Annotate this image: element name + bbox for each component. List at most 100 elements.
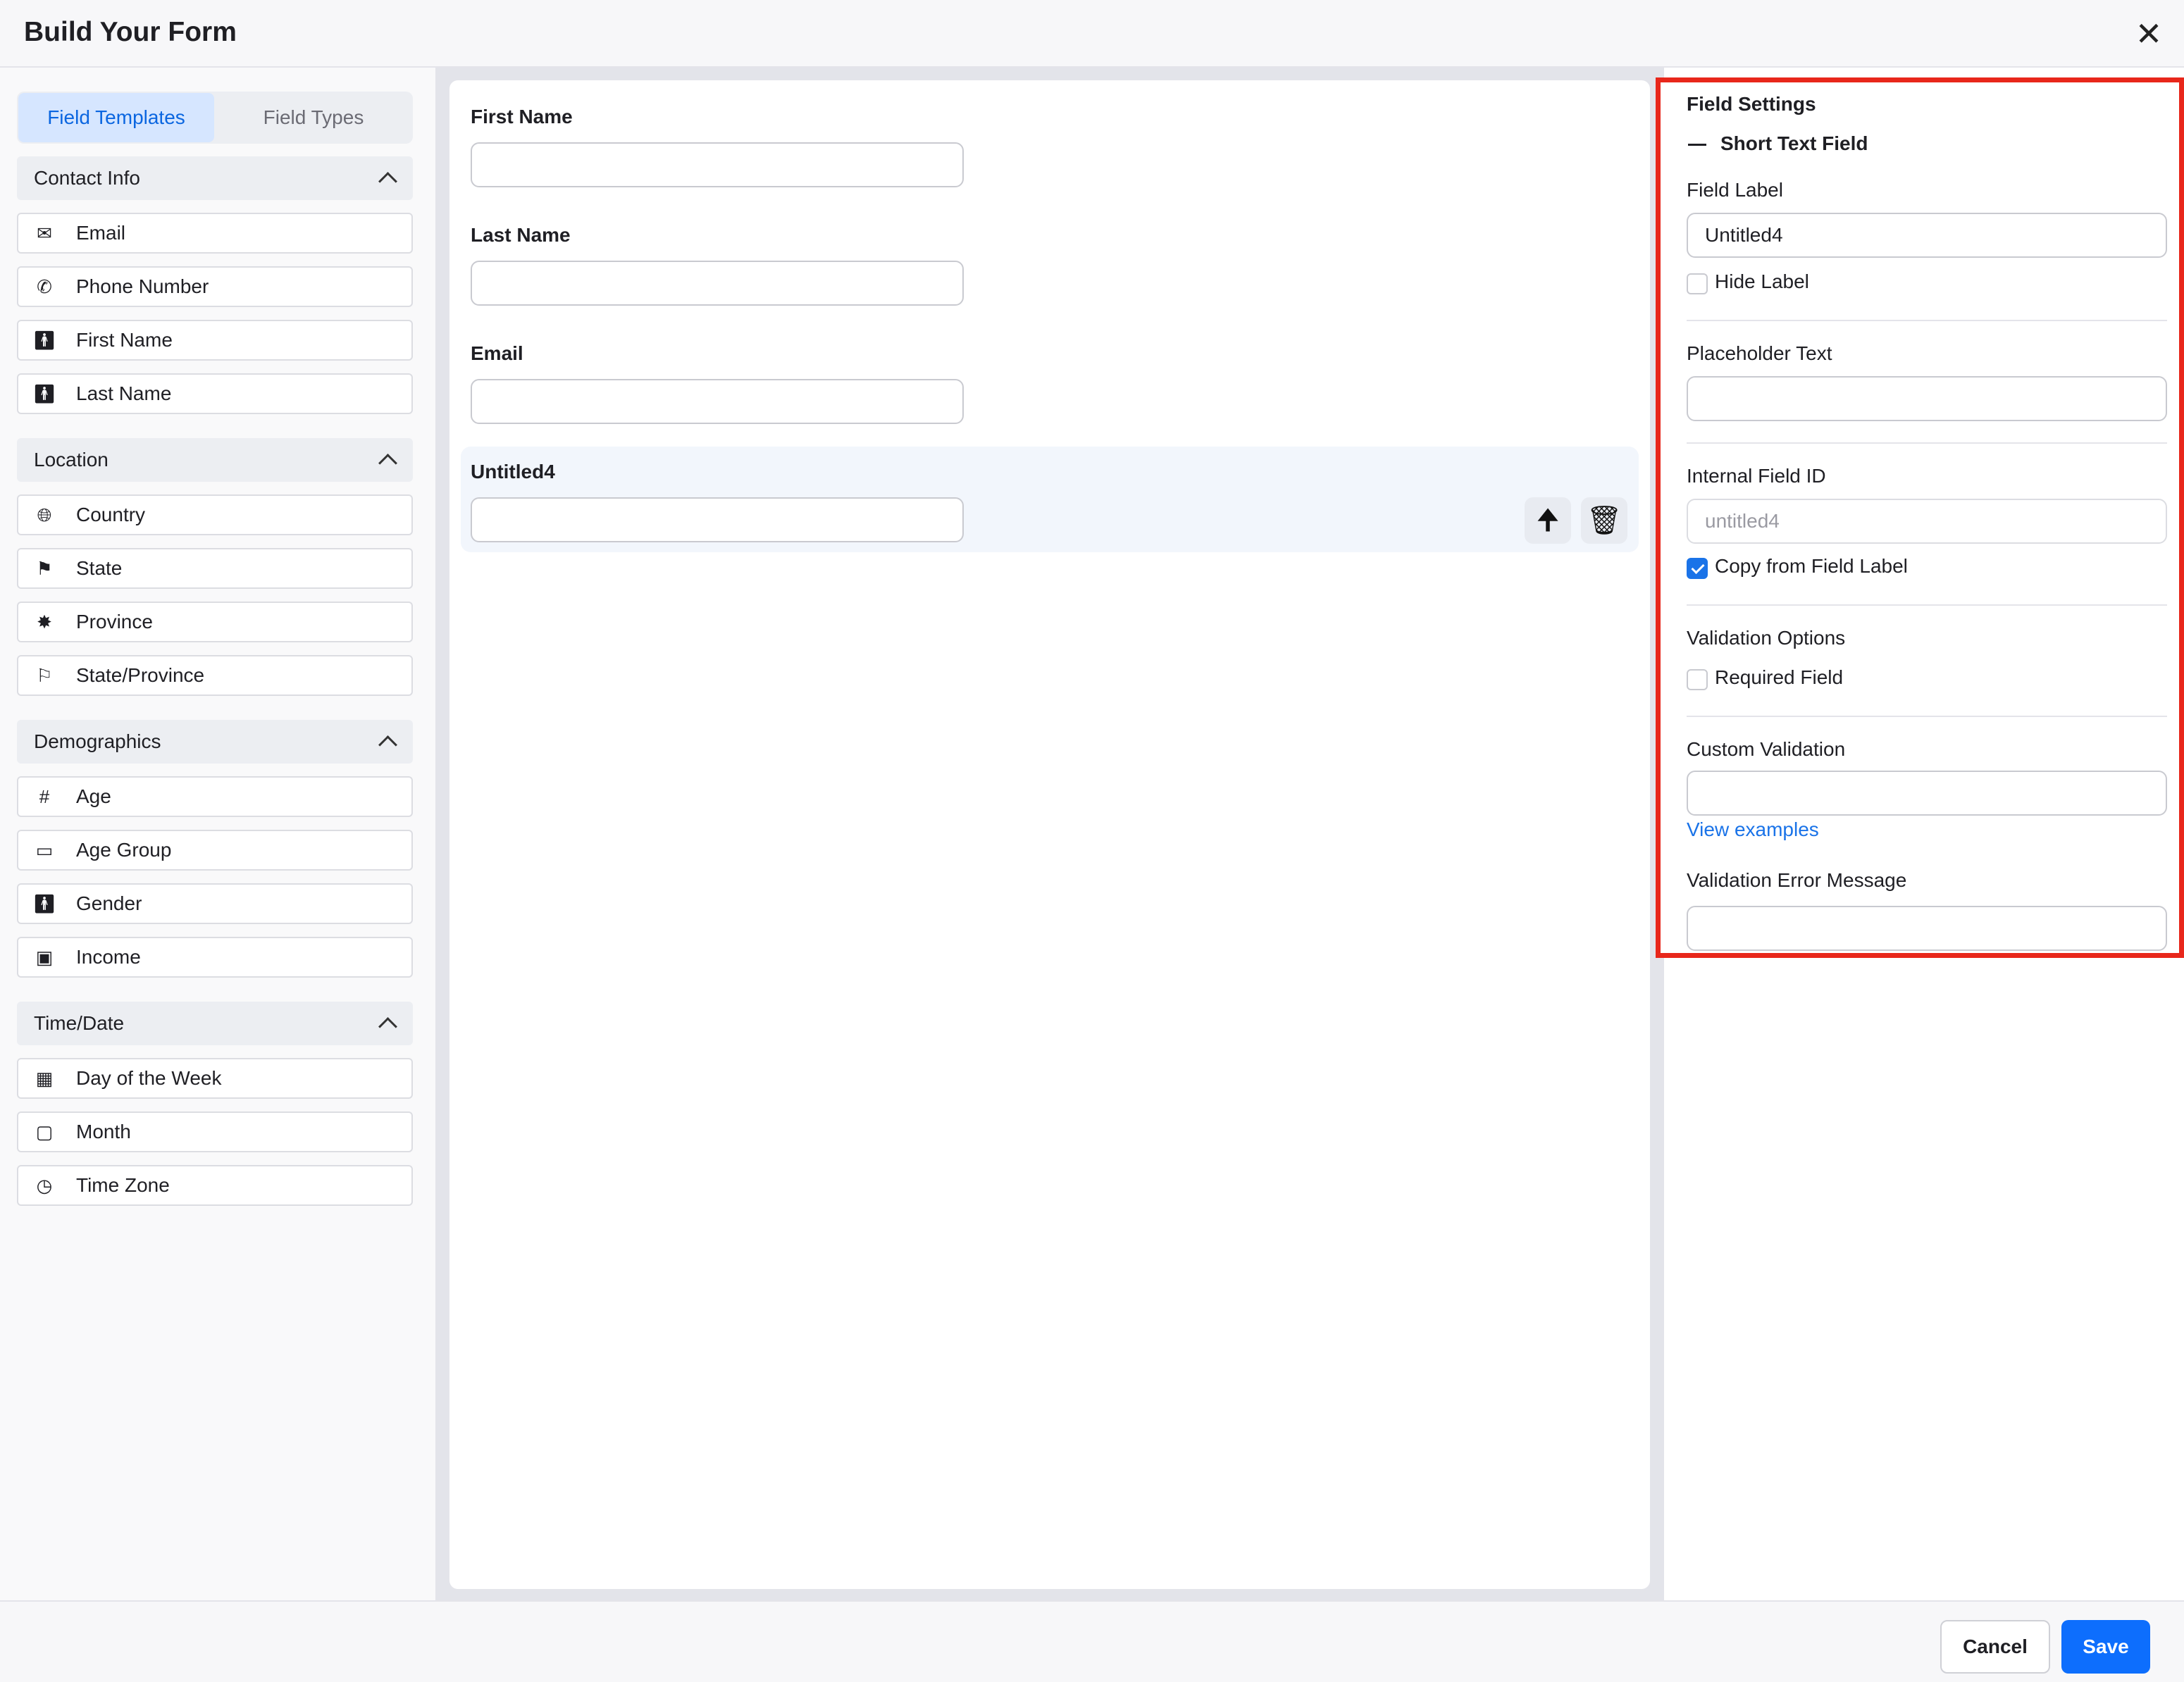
save-button[interactable]: Save <box>2061 1620 2150 1674</box>
custom-validation-heading: Custom Validation <box>1687 738 1846 760</box>
internal-id-input[interactable]: untitled4 <box>1687 499 2167 544</box>
dialog-footer <box>0 1600 2184 1682</box>
panel-tabs: Field Templates Field Types <box>17 92 413 144</box>
template-item-label: Day of the Week <box>76 1067 222 1089</box>
last-name-input[interactable] <box>471 261 964 306</box>
dialog-title: Build Your Form <box>24 17 237 47</box>
template-item-label: Email <box>76 222 126 244</box>
field-label-input[interactable]: Untitled4 <box>1687 213 2167 258</box>
person-icon: 🚹︎ <box>32 893 56 914</box>
cancel-button[interactable]: Cancel <box>1940 1620 2050 1674</box>
tab-field-templates[interactable]: Field Templates <box>18 93 214 142</box>
template-item-phone-number[interactable]: ✆ Phone Number <box>17 266 413 307</box>
section-label: Time/Date <box>34 1012 125 1034</box>
template-item-label: Time Zone <box>76 1174 170 1196</box>
flag-icon: ⚑ <box>36 558 53 579</box>
person-icon: 🚹︎ <box>32 330 56 351</box>
id-card-icon: ▭ <box>35 840 54 861</box>
template-item-label: Phone Number <box>76 275 209 297</box>
internal-id-heading: Internal Field ID <box>1687 465 1826 487</box>
custom-validation-input[interactable] <box>1687 771 2167 816</box>
chevron-up-icon <box>378 172 397 191</box>
template-item-label: State/Province <box>76 664 205 686</box>
form-canvas <box>449 80 1650 1589</box>
untitled4-input[interactable] <box>471 497 964 542</box>
placeholder-heading: Placeholder Text <box>1687 342 1832 364</box>
trash-icon[interactable]: 🗑︎ <box>1581 497 1627 544</box>
template-item-state[interactable]: ⚑ State <box>17 548 413 589</box>
first-name-input[interactable] <box>471 142 964 187</box>
template-item-gender[interactable]: 🚹︎ Gender <box>17 883 413 924</box>
template-item-country[interactable]: 🌐︎ Country <box>17 494 413 535</box>
flag-outline-icon: ⚐ <box>36 665 53 686</box>
required-field-checkbox[interactable] <box>1687 669 1708 690</box>
template-item-label: Income <box>76 946 141 968</box>
placeholder-input[interactable] <box>1687 376 2167 421</box>
arrow-up-icon[interactable]: 🠉 <box>1525 497 1571 544</box>
divider <box>1687 604 2167 606</box>
chevron-up-icon <box>378 454 397 473</box>
divider <box>1687 320 2167 321</box>
hide-label-text: Hide Label <box>1715 270 1809 292</box>
template-item-first-name[interactable]: 🚹︎ First Name <box>17 320 413 361</box>
section-location[interactable]: Location <box>17 438 413 482</box>
template-item-last-name[interactable]: 🚹︎ Last Name <box>17 373 413 414</box>
section-label: Contact Info <box>34 167 140 189</box>
form-field-label: Email <box>471 342 523 364</box>
template-item-label: Age <box>76 785 111 807</box>
template-item-label: Age Group <box>76 839 172 861</box>
validation-options-heading: Validation Options <box>1687 627 1846 649</box>
section-demographics[interactable]: Demographics <box>17 720 413 764</box>
error-message-input[interactable] <box>1687 906 2167 951</box>
minus-icon <box>1688 144 1706 146</box>
template-item-label: Province <box>76 611 153 633</box>
copy-from-label-text: Copy from Field Label <box>1715 555 1908 577</box>
email-input[interactable] <box>471 379 964 424</box>
section-time-date[interactable]: Time/Date <box>17 1002 413 1045</box>
error-message-heading: Validation Error Message <box>1687 869 1907 891</box>
tab-field-types[interactable]: Field Types <box>216 93 411 142</box>
phone-icon: ✆ <box>37 276 52 297</box>
person-icon: 🚹︎ <box>32 383 56 404</box>
chevron-up-icon <box>378 735 397 754</box>
template-item-time-zone[interactable]: ◷ Time Zone <box>17 1165 413 1206</box>
template-item-label: Gender <box>76 892 142 914</box>
form-field-label: First Name <box>471 106 573 127</box>
calendar-outline-icon: ▢ <box>35 1121 54 1142</box>
template-item-province[interactable]: ✸ Province <box>17 602 413 642</box>
divider <box>1687 716 2167 717</box>
section-contact-info[interactable]: Contact Info <box>17 156 413 200</box>
money-icon: ▣ <box>35 947 54 968</box>
template-item-email[interactable]: ✉ Email <box>17 213 413 254</box>
form-field-label: Last Name <box>471 224 571 246</box>
required-field-text: Required Field <box>1715 666 1844 688</box>
section-label: Demographics <box>34 730 161 752</box>
globe-icon: 🌐︎ <box>37 504 52 525</box>
field-label-heading: Field Label <box>1687 179 1783 201</box>
template-item-day-of-the-week[interactable]: ▦ Day of the Week <box>17 1058 413 1099</box>
template-item-label: First Name <box>76 329 173 351</box>
template-item-month[interactable]: ▢ Month <box>17 1111 413 1152</box>
envelope-icon: ✉ <box>37 223 52 244</box>
divider <box>1687 442 2167 444</box>
template-item-label: Month <box>76 1121 131 1142</box>
chevron-up-icon <box>378 1017 397 1036</box>
field-type-label: Short Text Field <box>1720 132 1868 154</box>
template-item-age[interactable]: # Age <box>17 776 413 817</box>
template-item-state-province[interactable]: ⚐ State/Province <box>17 655 413 696</box>
maple-leaf-icon: ✸ <box>37 611 52 633</box>
clock-icon: ◷ <box>36 1175 53 1196</box>
view-examples-link[interactable]: View examples <box>1687 818 1819 841</box>
template-item-label: State <box>76 557 123 579</box>
settings-title: Field Settings <box>1687 93 1816 115</box>
close-icon[interactable]: ✕ <box>2130 15 2167 52</box>
section-label: Location <box>34 449 108 471</box>
copy-from-label-checkbox[interactable] <box>1687 558 1708 579</box>
hide-label-checkbox[interactable] <box>1687 273 1708 294</box>
template-item-income[interactable]: ▣ Income <box>17 937 413 978</box>
form-field-label: Untitled4 <box>471 461 555 482</box>
dialog-header <box>0 0 2184 68</box>
calendar-icon: ▦ <box>35 1068 54 1089</box>
template-item-age-group[interactable]: ▭ Age Group <box>17 830 413 871</box>
template-item-label: Country <box>76 504 146 525</box>
